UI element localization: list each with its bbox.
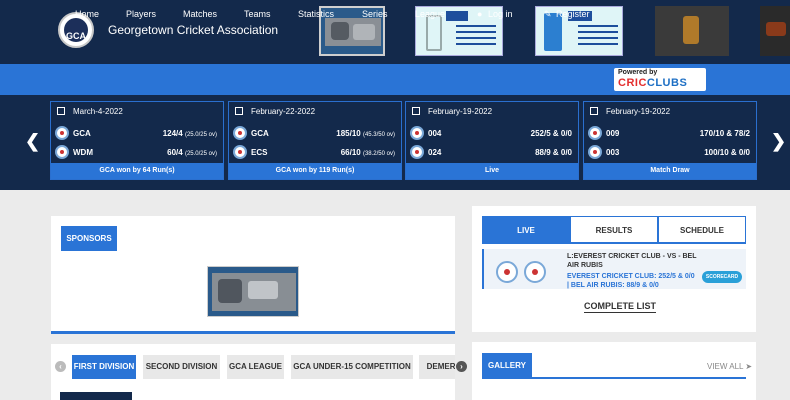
team1-name: 009 bbox=[606, 129, 620, 138]
team1-name: GCA bbox=[73, 129, 91, 138]
gallery-heading: GALLERY bbox=[482, 353, 532, 378]
arrow-circle-icon: ➤ bbox=[745, 362, 753, 371]
team2-score: 60/4 (25.0/25 ov) bbox=[167, 148, 217, 157]
tab-gca-league[interactable]: GCA LEAGUE bbox=[227, 355, 284, 379]
team2-name: WDM bbox=[73, 148, 93, 157]
tab-live[interactable]: LIVE bbox=[482, 216, 570, 243]
match-card[interactable]: March-4-2022 GCA 124/4 (25.0/25 ov) WDM 60… bbox=[50, 101, 224, 180]
nav-statistics[interactable]: Statistics bbox=[298, 9, 334, 19]
tab-gca-under-15[interactable]: GCA UNDER-15 COMPETITION bbox=[291, 355, 413, 379]
team1-score: 124/4 (25.0/25 ov) bbox=[162, 129, 217, 138]
team1-score: 252/5 & 0/0 bbox=[530, 129, 572, 138]
nav-league[interactable]: League bbox=[415, 9, 445, 19]
division-content-heading bbox=[60, 392, 132, 400]
cricclubs-badge[interactable]: Powered by CRICCLUBS bbox=[614, 68, 706, 91]
team1-name: GCA bbox=[251, 129, 269, 138]
match-result[interactable]: Match Draw bbox=[584, 163, 756, 179]
match-result[interactable]: GCA won by 119 Run(s) bbox=[229, 163, 401, 179]
team-ball-icon bbox=[496, 261, 518, 283]
team1-name: 004 bbox=[428, 129, 442, 138]
ticker-prev-icon[interactable]: ❮ bbox=[25, 131, 40, 152]
nav-series[interactable]: Series bbox=[362, 9, 388, 19]
cricclubs-logo: CRICCLUBS bbox=[618, 77, 688, 89]
team-ball-icon bbox=[55, 126, 69, 140]
tab-underline bbox=[482, 242, 746, 244]
calendar-icon bbox=[590, 107, 598, 115]
team-ball-icon bbox=[55, 145, 69, 159]
team2-name: 024 bbox=[428, 148, 442, 157]
ad-banner-trophy[interactable] bbox=[655, 6, 729, 56]
tabs-next-icon[interactable]: › bbox=[456, 361, 467, 372]
team-ball-icon bbox=[588, 145, 602, 159]
match-result[interactable]: GCA won by 64 Run(s) bbox=[51, 163, 223, 179]
nav-login[interactable]: Log in bbox=[488, 9, 513, 19]
match-date: February-22-2022 bbox=[251, 107, 316, 116]
team-ball-icon bbox=[588, 126, 602, 140]
division-tabs: FIRST DIVISION SECOND DIVISION GCA LEAGU… bbox=[51, 352, 455, 382]
complete-list-link[interactable]: COMPLETE LIST bbox=[584, 301, 656, 313]
team2-name: 003 bbox=[606, 148, 620, 157]
team-ball-icon bbox=[524, 261, 546, 283]
tab-second-division[interactable]: SECOND DIVISION bbox=[143, 355, 220, 379]
powered-by-label: Powered by bbox=[618, 69, 658, 76]
calendar-icon bbox=[412, 107, 420, 115]
gallery-underline bbox=[482, 377, 746, 379]
nav-home[interactable]: Home bbox=[75, 9, 99, 19]
ad-banner-gift[interactable] bbox=[760, 6, 790, 56]
live-match-score: EVEREST CRICKET CLUB: 252/5 & 0/0 | BEL … bbox=[567, 273, 695, 289]
sponsors-heading: SPONSORS bbox=[61, 226, 117, 251]
team-ball-icon bbox=[233, 145, 247, 159]
team2-score: 88/9 & 0/0 bbox=[535, 148, 572, 157]
site-title[interactable]: Georgetown Cricket Association bbox=[108, 23, 278, 37]
nav-teams[interactable]: Teams bbox=[244, 9, 271, 19]
tab-demerara[interactable]: DEMERA bbox=[419, 355, 455, 379]
match-card[interactable]: February-22-2022 GCA 185/10 (45.3/50 ov) … bbox=[228, 101, 402, 180]
tab-results[interactable]: RESULTS bbox=[570, 216, 658, 243]
team2-score: 66/10 (38.2/50 ov) bbox=[340, 148, 395, 157]
match-card[interactable]: February-19-2022 004 252/5 & 0/0 024 88/9 … bbox=[405, 101, 579, 180]
logo-text: GCA bbox=[66, 31, 86, 41]
ticker-next-icon[interactable]: ❯ bbox=[771, 131, 786, 152]
team1-score: 185/10 (45.3/50 ov) bbox=[336, 129, 395, 138]
match-result[interactable]: Live bbox=[406, 163, 578, 179]
live-match-title[interactable]: L:EVEREST CRICKET CLUB - VS - BEL AIR RU… bbox=[567, 252, 697, 270]
team1-score: 170/10 & 78/2 bbox=[699, 129, 750, 138]
calendar-icon bbox=[57, 107, 65, 115]
nav-matches[interactable]: Matches bbox=[183, 9, 217, 19]
view-all-link[interactable]: VIEW ALL ➤ bbox=[707, 362, 752, 371]
team2-name: ECS bbox=[251, 148, 268, 157]
scorecard-button[interactable]: SCORECARD bbox=[702, 271, 742, 283]
match-date: March-4-2022 bbox=[73, 107, 123, 116]
tab-first-division[interactable]: FIRST DIVISION bbox=[72, 355, 136, 379]
match-date: February-19-2022 bbox=[428, 107, 493, 116]
sponsor-logo[interactable] bbox=[207, 266, 299, 317]
tab-schedule[interactable]: SCHEDULE bbox=[658, 216, 746, 243]
team-ball-icon bbox=[410, 126, 424, 140]
edit-icon: ✎ bbox=[544, 9, 552, 19]
team2-score: 100/10 & 0/0 bbox=[704, 148, 750, 157]
match-card[interactable]: February-19-2022 009 170/10 & 78/2 003 100… bbox=[583, 101, 757, 180]
team-ball-icon bbox=[410, 145, 424, 159]
match-date: February-19-2022 bbox=[606, 107, 671, 116]
team-ball-icon bbox=[233, 126, 247, 140]
user-icon: ● bbox=[477, 9, 483, 19]
nav-players[interactable]: Players bbox=[126, 9, 156, 19]
nav-register[interactable]: Register bbox=[556, 9, 590, 19]
calendar-icon bbox=[235, 107, 243, 115]
